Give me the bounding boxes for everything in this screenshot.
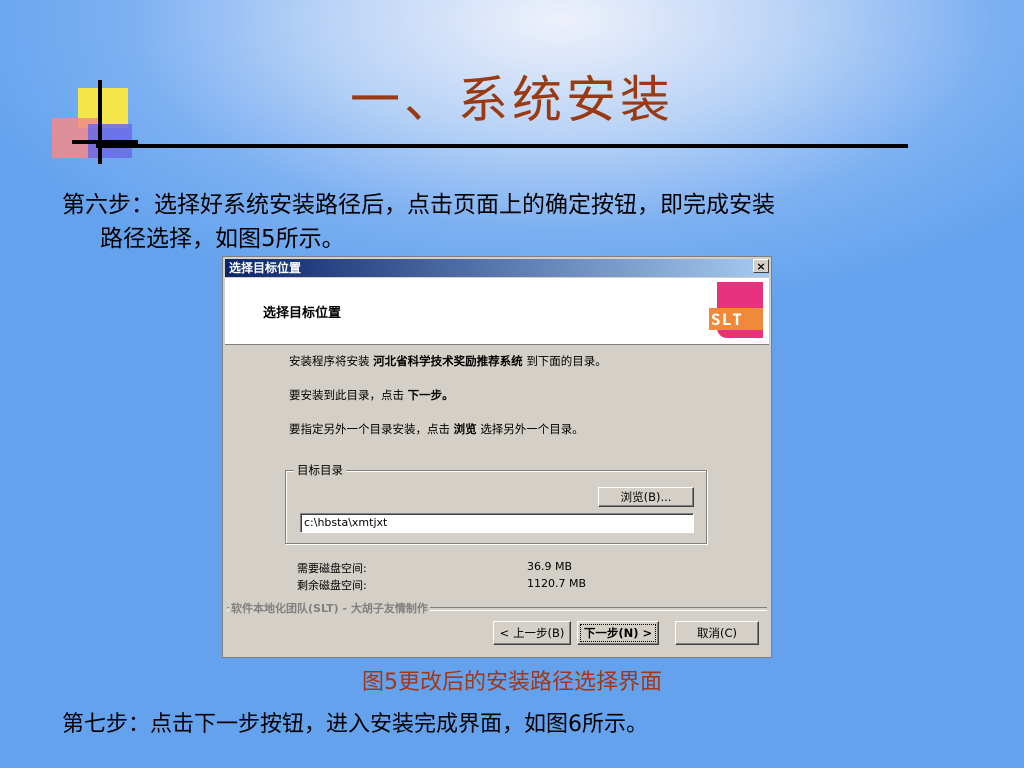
instruction-line-2: 要安装到此目录，点击 下一步。 (289, 387, 454, 403)
line3-bold: 浏览 (453, 422, 477, 436)
line1-suffix: 到下面的目录。 (526, 354, 607, 368)
title-underline (96, 144, 908, 148)
line2-text: 要安装到此目录，点击 (289, 388, 404, 402)
dialog-header: 选择目标位置 SLT (225, 278, 769, 345)
line1-text: 安装程序将安装 (289, 354, 370, 368)
slt-logo-text: SLT (711, 310, 743, 329)
destination-folder-group: 目标目录 浏览(B)... c:\hbsta\xmtjxt (285, 462, 707, 544)
next-button[interactable]: 下一步(N) > (577, 621, 659, 645)
step7-paragraph: 第七步：点击下一步按钮，进入安装完成界面，如图6所示。 (62, 712, 648, 737)
close-button[interactable]: × (753, 259, 769, 273)
remaining-space-label: 剩余磁盘空间: (297, 579, 367, 592)
line3-text: 要指定另外一个目录安装，点击 (289, 422, 450, 436)
required-space-value: 36.9 MB (527, 560, 573, 573)
install-dialog: 选择目标位置 × 选择目标位置 SLT 安装程序将安装 河北省科学技术奖励推荐系… (222, 256, 772, 658)
dialog-titlebar: 选择目标位置 (225, 259, 769, 277)
back-button[interactable]: < 上一步(B) (493, 621, 571, 645)
figure-caption: 图5更改后的安装路径选择界面 (362, 670, 662, 695)
cancel-button[interactable]: 取消(C) (675, 621, 759, 645)
path-input[interactable]: c:\hbsta\xmtjxt (300, 513, 694, 533)
remaining-space-value: 1120.7 MB (527, 577, 587, 590)
instruction-line-1: 安装程序将安装 河北省科学技术奖励推荐系统 到下面的目录。 (289, 353, 607, 369)
line2-bold: 下一步。 (407, 388, 454, 402)
slt-logo: SLT (709, 282, 763, 338)
required-space-label: 需要磁盘空间: (297, 562, 367, 575)
slide-title: 一、系统安装 (350, 71, 674, 129)
step6-paragraph: 第六步：选择好系统安装路径后，点击页面上的确定按钮，即完成安装 路径选择，如图5… (62, 188, 962, 256)
credit-text: 软件本地化团队(SLT) - 大胡子友情制作 (229, 600, 430, 616)
dialog-window-title: 选择目标位置 (229, 261, 302, 275)
browse-button[interactable]: 浏览(B)... (598, 487, 694, 507)
dialog-header-title: 选择目标位置 (263, 306, 342, 321)
product-name: 河北省科学技术奖励推荐系统 (373, 354, 523, 368)
line3-suffix: 选择另外一个目录。 (480, 422, 584, 436)
step6-line2: 路径选择，如图5所示。 (100, 226, 345, 252)
instruction-line-3: 要指定另外一个目录安装，点击 浏览 选择另外一个目录。 (289, 421, 584, 437)
step6-line1: 第六步：选择好系统安装路径后，点击页面上的确定按钮，即完成安装 (62, 192, 775, 218)
group-label: 目标目录 (294, 462, 346, 478)
